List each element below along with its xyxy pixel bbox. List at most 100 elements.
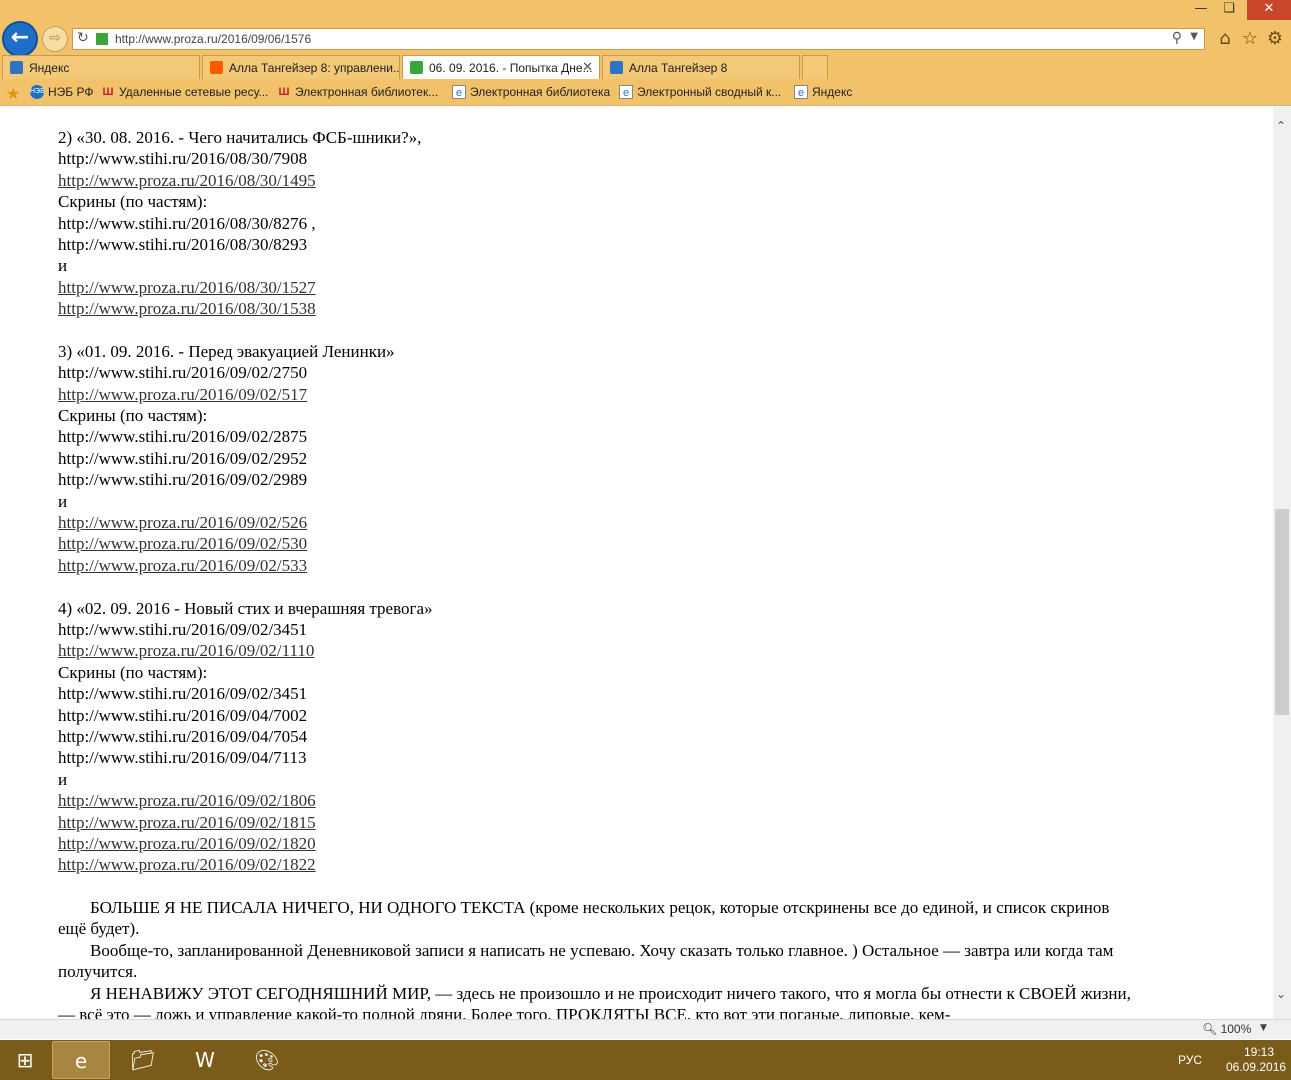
favorite-label: НЭБ РФ — [48, 85, 94, 99]
text-line: http://www.stihi.ru/2016/08/30/7908 — [58, 148, 1138, 169]
paint-icon[interactable]: 🎨︎ — [238, 1041, 296, 1079]
paragraph: БОЛЬШЕ Я НЕ ПИСАЛА НИЧЕГО, НИ ОДНОГО ТЕК… — [58, 898, 1110, 939]
favorite-yandex[interactable]: e Яндекс — [794, 85, 852, 99]
text-line: Скрины (по частям): — [58, 191, 1138, 212]
favorite-remote-resources[interactable]: Ш Удаленные сетевые ресу... — [101, 85, 268, 99]
favorites-star-icon[interactable]: ☆ — [1239, 28, 1261, 50]
scrollbar-thumb[interactable] — [1275, 509, 1289, 715]
hyperlink[interactable]: http://www.proza.ru/2016/09/02/517 — [58, 385, 307, 404]
hyperlink[interactable]: http://www.proza.ru/2016/09/02/1815 — [58, 813, 316, 832]
page-content: 2) «30. 08. 2016. - Чего начитались ФСБ-… — [0, 107, 1273, 1019]
tab-bar: Яндекс Алла Тангейзер 8: управлени... 06… — [0, 55, 1291, 79]
hyperlink[interactable]: http://www.proza.ru/2016/09/02/533 — [58, 556, 307, 575]
favorite-e-catalog[interactable]: e Электронный сводный к... — [619, 85, 781, 99]
language-indicator[interactable]: РУС — [1178, 1053, 1202, 1067]
search-icon[interactable]: ⚲ — [1172, 30, 1182, 46]
hyperlink[interactable]: http://www.proza.ru/2016/08/30/1527 — [58, 278, 316, 297]
hyperlink[interactable]: http://www.proza.ru/2016/09/02/1806 — [58, 791, 316, 810]
text-line: http://www.stihi.ru/2016/09/04/7002 — [58, 705, 1138, 726]
library-icon: Ш — [102, 86, 114, 98]
favorite-label: Удаленные сетевые ресу... — [119, 85, 269, 99]
line-text: http://www.stihi.ru/2016/09/02/2952 — [58, 448, 308, 468]
text-line: и — [58, 491, 1138, 512]
text-line: http://www.stihi.ru/2016/09/02/2989 — [58, 469, 1138, 490]
link-line[interactable]: http://www.proza.ru/2016/09/02/530 — [58, 533, 1138, 554]
hyperlink[interactable]: http://www.proza.ru/2016/09/02/1110 — [58, 641, 314, 660]
close-button[interactable]: ✕ — [1247, 0, 1291, 20]
line-text: и — [58, 769, 68, 789]
paragraph: Я НЕНАВИЖУ ЭТОТ СЕГОДНЯШНИЙ МИР, — здесь… — [58, 983, 1131, 1019]
line-text: http://www.stihi.ru/2016/09/02/3451 — [58, 619, 308, 639]
link-line[interactable]: http://www.proza.ru/2016/09/02/517 — [58, 384, 1138, 405]
zoom-level[interactable]: 🔍︎ 100% — [1202, 1022, 1251, 1036]
new-tab-button[interactable] — [802, 55, 828, 79]
text-line: http://www.stihi.ru/2016/08/30/8293 — [58, 234, 1138, 255]
taskbar: ⊞ e 📁︎ W 🎨︎ РУС 19:13 06.09.2016 — [0, 1040, 1291, 1080]
favorite-label: Электронная библиотека — [470, 85, 611, 99]
clock-time: 19:13 — [1243, 1045, 1274, 1059]
close-icon[interactable]: ✕ — [582, 59, 593, 75]
link-line[interactable]: http://www.proza.ru/2016/09/02/533 — [58, 555, 1138, 576]
link-line[interactable]: http://www.proza.ru/2016/09/02/1820 — [58, 833, 1138, 854]
navigation-bar: ← ⇨ ↻ http://www.proza.ru/2016/09/06/157… — [0, 0, 1291, 57]
ie-page-icon — [10, 61, 23, 74]
hyperlink[interactable]: http://www.proza.ru/2016/09/02/1820 — [58, 834, 316, 853]
vertical-scrollbar[interactable]: ⌃ ⌄ — [1273, 107, 1291, 1019]
tab-active-diary[interactable]: 06. 09. 2016. - Попытка Дне... ✕ — [402, 55, 600, 79]
chevron-down-icon[interactable]: ▼ — [1260, 1023, 1267, 1033]
tab-alla-tangeizer-upravlenie[interactable]: Алла Тангейзер 8: управлени... — [202, 55, 400, 79]
back-button[interactable]: ← — [2, 21, 38, 57]
article-text: 2) «30. 08. 2016. - Чего начитались ФСБ-… — [58, 127, 1138, 1019]
link-line[interactable]: http://www.proza.ru/2016/09/02/1822 — [58, 854, 1138, 875]
address-bar[interactable]: ↻ http://www.proza.ru/2016/09/06/1576 ⚲ … — [72, 28, 1205, 50]
word-icon[interactable]: W — [176, 1041, 234, 1079]
favorite-neb[interactable]: НЭБ НЭБ РФ — [30, 85, 94, 99]
hyperlink[interactable]: http://www.proza.ru/2016/09/02/526 — [58, 513, 307, 532]
hyperlink[interactable]: http://www.proza.ru/2016/08/30/1538 — [58, 299, 316, 318]
forward-button[interactable]: ⇨ — [42, 26, 68, 52]
line-text: http://www.stihi.ru/2016/09/04/7054 — [58, 726, 308, 746]
scroll-up-icon[interactable]: ⌃ — [1276, 119, 1286, 133]
file-explorer-icon[interactable]: 📁︎ — [114, 1041, 172, 1079]
tab-label: Яндекс — [29, 61, 70, 75]
link-line[interactable]: http://www.proza.ru/2016/08/30/1538 — [58, 298, 1138, 319]
gear-icon[interactable]: ⚙ — [1264, 28, 1286, 50]
tab-alla-tangeizer-8[interactable]: Алла Тангейзер 8 — [602, 55, 800, 79]
link-line[interactable]: http://www.proza.ru/2016/09/02/526 — [58, 512, 1138, 533]
minimize-button[interactable]: — — [1186, 0, 1216, 20]
url-text[interactable]: http://www.proza.ru/2016/09/06/1576 — [115, 32, 311, 46]
scroll-down-icon[interactable]: ⌄ — [1276, 987, 1286, 1001]
start-icon[interactable]: ⊞ — [0, 1041, 50, 1079]
tab-label: Алла Тангейзер 8 — [629, 61, 728, 75]
text-line: http://www.stihi.ru/2016/09/02/3451 — [58, 619, 1138, 640]
refresh-icon[interactable]: ↻ — [77, 30, 89, 46]
line-text: http://www.stihi.ru/2016/08/30/8276 , — [58, 213, 316, 233]
link-line[interactable]: http://www.proza.ru/2016/08/30/1495 — [58, 170, 1138, 191]
home-icon[interactable]: ⌂ — [1214, 28, 1236, 50]
hyperlink[interactable]: http://www.proza.ru/2016/09/02/530 — [58, 534, 307, 553]
restore-button[interactable]: ❏ — [1214, 0, 1244, 20]
site-favicon — [96, 33, 108, 45]
site-favicon — [410, 61, 423, 74]
tab-label: 06. 09. 2016. - Попытка Дне... — [429, 61, 593, 75]
line-text: 4) «02. 09. 2016 - Новый стих и вчерашня… — [58, 598, 433, 618]
chevron-down-icon[interactable]: ▼ — [1190, 31, 1198, 42]
line-text: http://www.stihi.ru/2016/08/30/7908 — [58, 149, 308, 169]
link-line[interactable]: http://www.proza.ru/2016/09/02/1806 — [58, 790, 1138, 811]
favorite-e-library-1[interactable]: Ш Электронная библиотек... — [277, 85, 438, 99]
add-favorites-star-icon[interactable]: ★ — [6, 84, 20, 103]
tab-yandex[interactable]: Яндекс — [2, 55, 200, 79]
clock[interactable]: 19:13 06.09.2016 — [1226, 1045, 1287, 1075]
text-line: http://www.stihi.ru/2016/09/02/2750 — [58, 362, 1138, 383]
link-line[interactable]: http://www.proza.ru/2016/09/02/1815 — [58, 812, 1138, 833]
hyperlink[interactable]: http://www.proza.ru/2016/08/30/1495 — [58, 171, 316, 190]
link-line[interactable]: http://www.proza.ru/2016/08/30/1527 — [58, 277, 1138, 298]
internet-explorer-icon[interactable]: e — [52, 1041, 110, 1079]
clock-date: 06.09.2016 — [1226, 1060, 1287, 1074]
line-text: Скрины (по частям): — [58, 662, 208, 682]
favorite-e-library-2[interactable]: e Электронная библиотека — [452, 85, 610, 99]
link-line[interactable]: http://www.proza.ru/2016/09/02/1110 — [58, 640, 1138, 661]
paragraph: Вообще-то, запланированной Деневниковой … — [58, 940, 1114, 982]
hyperlink[interactable]: http://www.proza.ru/2016/09/02/1822 — [58, 855, 316, 874]
